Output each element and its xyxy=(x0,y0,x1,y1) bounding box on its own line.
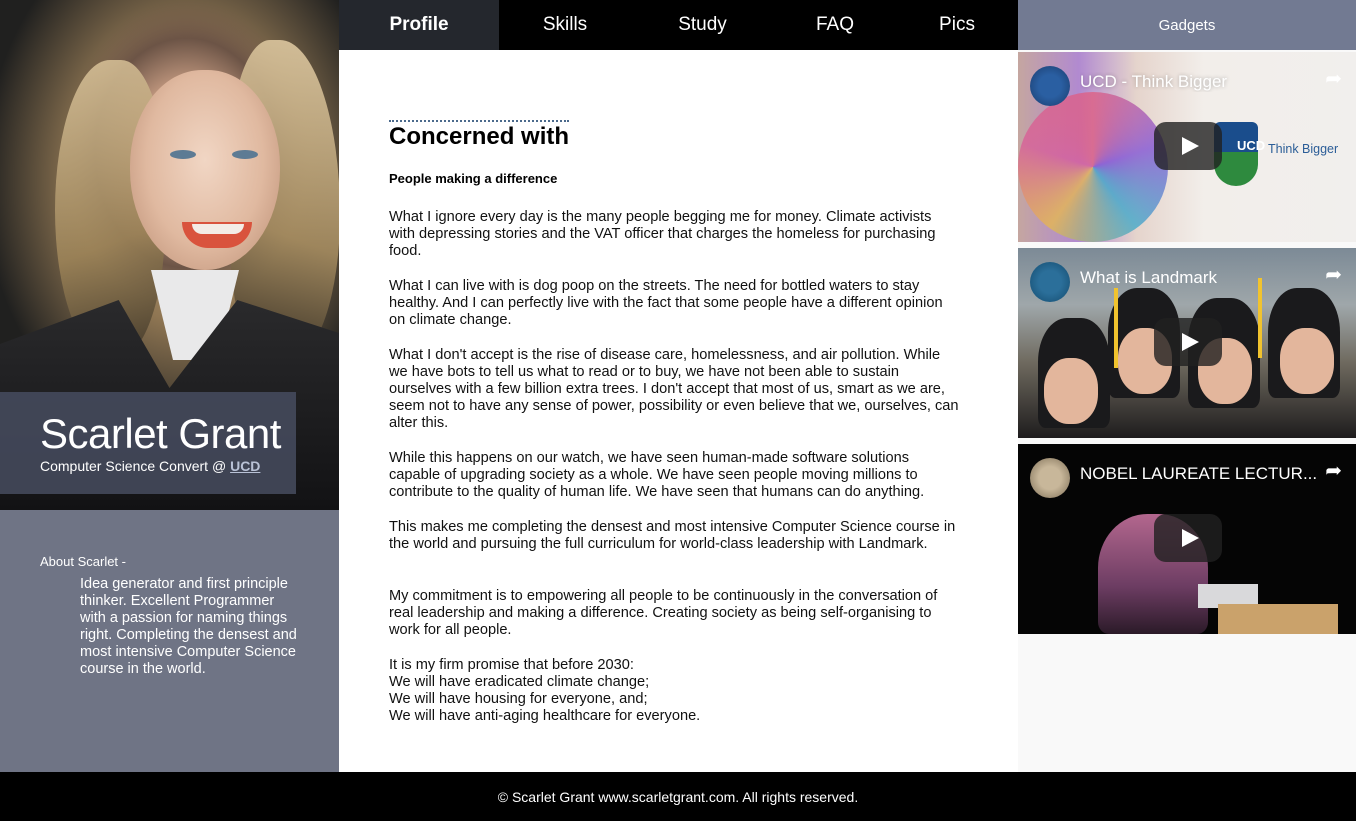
nav-pics[interactable]: Pics xyxy=(896,0,1018,50)
profile-name: Scarlet Grant xyxy=(40,410,281,457)
nav-faq[interactable]: FAQ xyxy=(774,0,896,50)
channel-avatar-icon[interactable] xyxy=(1030,458,1070,498)
play-icon[interactable] xyxy=(1154,318,1222,366)
paragraph: What I ignore every day is the many peop… xyxy=(389,209,936,259)
video-title[interactable]: What is Landmark xyxy=(1080,268,1320,288)
main-content: Concerned with People making a differenc… xyxy=(339,50,1018,772)
channel-avatar-icon[interactable] xyxy=(1030,66,1070,106)
nav-study[interactable]: Study xyxy=(631,0,774,50)
ucd-link[interactable]: UCD xyxy=(230,458,260,474)
gadgets-header: Gadgets xyxy=(1018,0,1356,50)
channel-avatar-icon[interactable] xyxy=(1030,262,1070,302)
promise-line: We will have eradicated climate change; xyxy=(389,674,650,690)
promise-line: We will have housing for everyone, and; xyxy=(389,691,648,707)
section-title: Concerned with xyxy=(389,120,569,151)
video-nobel-lecture[interactable]: NOBEL LAUREATE LECTUR... ➦ xyxy=(1018,444,1356,634)
about-text: Idea generator and first principle think… xyxy=(80,576,297,677)
top-nav: Profile Skills Study FAQ Pics xyxy=(339,0,1018,50)
section-subtitle: People making a difference xyxy=(389,171,558,186)
paragraph: What I can live with is dog poop on the … xyxy=(389,278,943,328)
subtitle-text: Computer Science Convert @ xyxy=(40,458,231,474)
paragraph: What I don't accept is the rise of disea… xyxy=(389,347,959,431)
play-icon[interactable] xyxy=(1154,122,1222,170)
video-title[interactable]: UCD - Think Bigger xyxy=(1080,72,1320,92)
paragraph: While this happens on our watch, we have… xyxy=(389,450,925,500)
paragraph: This makes me completing the densest and… xyxy=(389,519,956,552)
video-logo-text: UCD xyxy=(1237,138,1266,153)
nav-profile[interactable]: Profile xyxy=(339,0,499,50)
share-icon[interactable]: ➦ xyxy=(1325,262,1342,287)
about-heading: About Scarlet - xyxy=(40,554,126,569)
video-title[interactable]: NOBEL LAUREATE LECTUR... xyxy=(1080,464,1320,484)
left-sidebar: Scarlet Grant Computer Science Convert @… xyxy=(0,0,339,772)
footer-text: © Scarlet Grant www.scarletgrant.com. Al… xyxy=(497,788,859,805)
promise-line: We will have anti-aging healthcare for e… xyxy=(389,708,701,724)
video-what-is-landmark[interactable]: What is Landmark ➦ xyxy=(1018,248,1356,438)
video-ucd-think-bigger[interactable]: UCD Think Bigger UCD - Think Bigger ➦ xyxy=(1018,52,1356,242)
nav-skills[interactable]: Skills xyxy=(499,0,631,50)
promise-line: It is my firm promise that before 2030: xyxy=(389,657,634,673)
profile-subtitle: Computer Science Convert @ UCD xyxy=(40,458,260,474)
video-overlay-text: Think Bigger xyxy=(1268,142,1339,156)
paragraph: My commitment is to empowering all peopl… xyxy=(389,588,938,638)
play-icon[interactable] xyxy=(1154,514,1222,562)
footer: © Scarlet Grant www.scarletgrant.com. Al… xyxy=(0,772,1356,821)
share-icon[interactable]: ➦ xyxy=(1325,66,1342,91)
share-icon[interactable]: ➦ xyxy=(1325,458,1342,483)
